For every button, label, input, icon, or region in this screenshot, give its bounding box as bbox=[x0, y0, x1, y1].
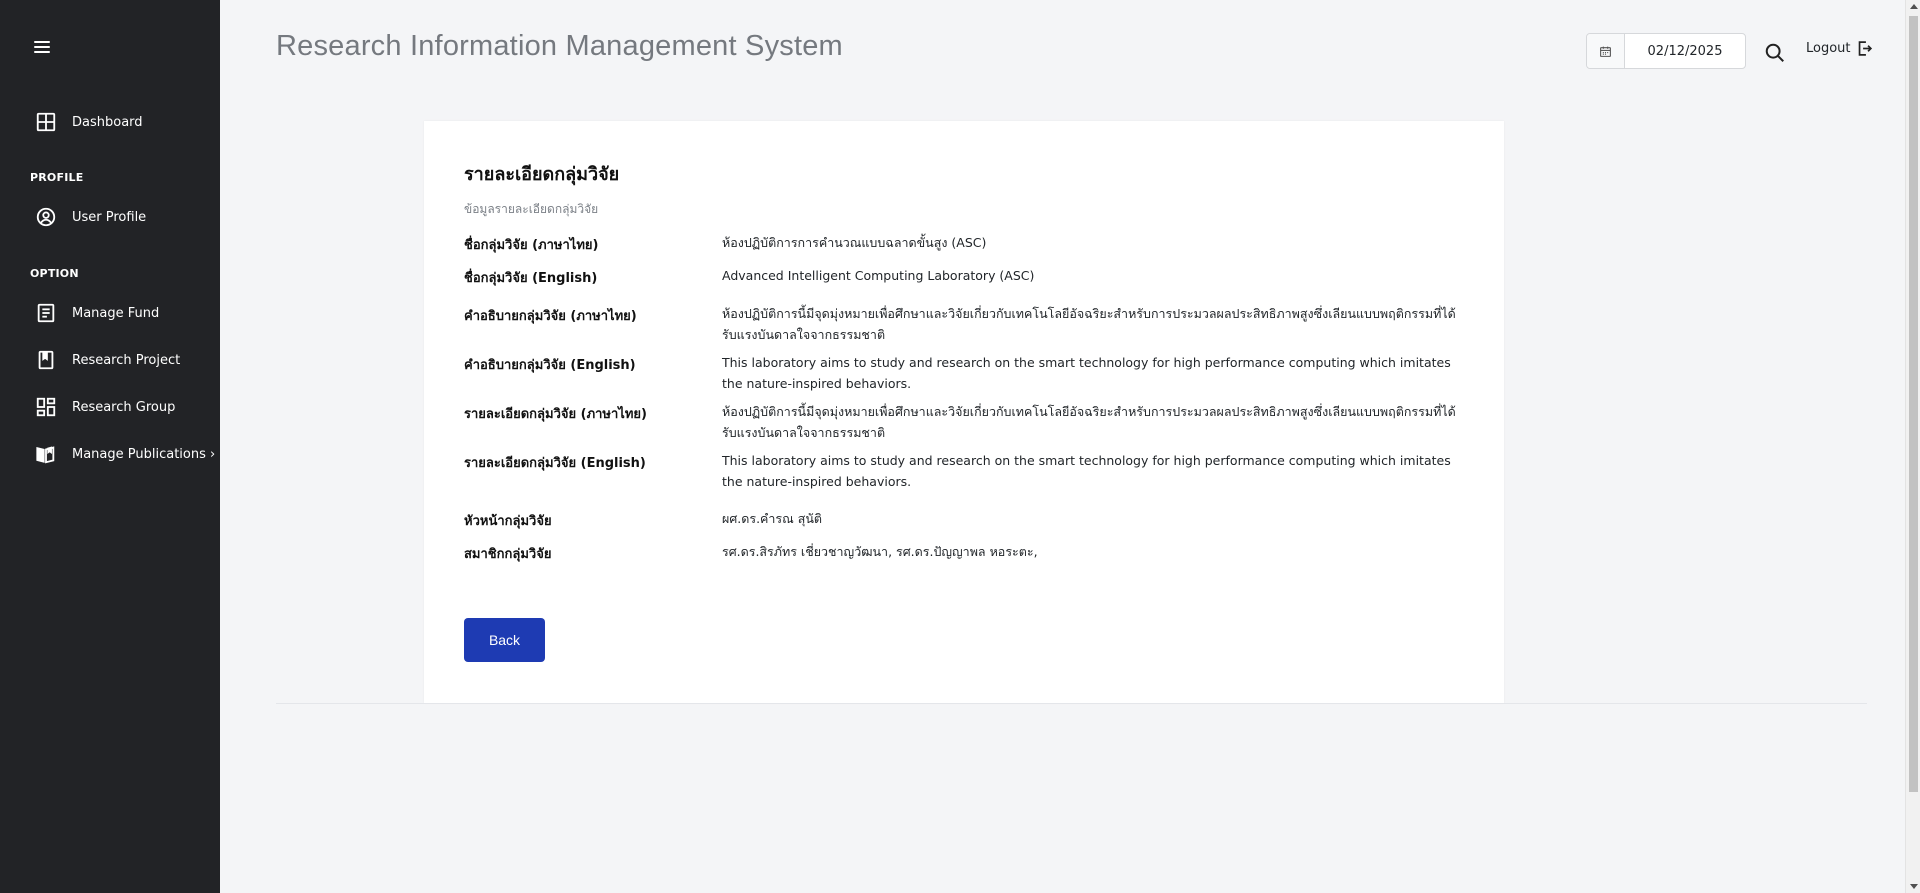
card-title: รายละเอียดกลุ่มวิจัย bbox=[464, 164, 620, 185]
field-label-description-en: คำอธิบายกลุ่มวิจัย (English) bbox=[464, 358, 636, 373]
sidebar-item-user-profile[interactable]: User Profile bbox=[34, 204, 146, 230]
sidebar-item-manage-publications[interactable]: Manage Publications › bbox=[34, 441, 215, 467]
sidebar-item-label: Manage Publications › bbox=[72, 446, 216, 462]
hamburger-icon[interactable] bbox=[34, 40, 52, 54]
document-list-icon bbox=[34, 301, 58, 325]
page-title: Research Information Management System bbox=[276, 30, 843, 62]
search-icon[interactable] bbox=[1764, 42, 1788, 66]
logout-button[interactable]: Logout bbox=[1806, 40, 1873, 57]
field-label-members: สมาชิกกลุ่มวิจัย bbox=[464, 547, 552, 562]
field-label-description-th: คำอธิบายกลุ่มวิจัย (ภาษาไทย) bbox=[464, 309, 637, 324]
logout-icon bbox=[1858, 41, 1872, 56]
scroll-down-arrow-icon[interactable] bbox=[1910, 884, 1918, 889]
page-scrollbar[interactable] bbox=[1905, 0, 1920, 893]
logout-label: Logout bbox=[1806, 41, 1851, 56]
field-value-name-th: ห้องปฏิบัติการการคำนวณแบบฉลาดขั้นสูง (AS… bbox=[722, 235, 987, 250]
sidebar-item-research-project[interactable]: Research Project bbox=[34, 347, 180, 373]
group-grid-icon bbox=[34, 395, 58, 419]
field-label-detail-th: รายละเอียดกลุ่มวิจัย (ภาษาไทย) bbox=[464, 407, 647, 422]
date-value[interactable]: 02/12/2025 bbox=[1625, 44, 1745, 59]
open-book-icon bbox=[34, 442, 58, 466]
card-subtitle: ข้อมูลรายละเอียดกลุ่มวิจัย bbox=[464, 202, 599, 216]
field-value-description-en: This laboratory aims to study and resear… bbox=[722, 355, 1451, 391]
user-circle-icon bbox=[34, 205, 58, 229]
field-label-name-th: ชื่อกลุ่มวิจัย (ภาษาไทย) bbox=[464, 238, 599, 253]
sidebar-item-label: Dashboard bbox=[72, 114, 143, 130]
date-picker[interactable]: 02/12/2025 bbox=[1586, 33, 1746, 69]
sidebar-item-label: User Profile bbox=[72, 209, 147, 225]
field-value-head: ผศ.ดร.คำรณ สุนัติ bbox=[722, 511, 822, 526]
footer-divider bbox=[276, 703, 1867, 704]
grid-icon bbox=[34, 110, 58, 134]
scroll-thumb[interactable] bbox=[1909, 16, 1918, 792]
sidebar-item-manage-fund[interactable]: Manage Fund bbox=[34, 300, 159, 326]
sidebar-item-research-group[interactable]: Research Group bbox=[34, 394, 175, 420]
calendar-icon[interactable] bbox=[1587, 34, 1625, 68]
field-value-detail-th: ห้องปฏิบัติการนี้มีจุดมุ่งหมายเพื่อศึกษา… bbox=[722, 404, 1456, 440]
field-value-description-th: ห้องปฏิบัติการนี้มีจุดมุ่งหมายเพื่อศึกษา… bbox=[722, 306, 1456, 342]
field-value-detail-en: This laboratory aims to study and resear… bbox=[722, 453, 1451, 489]
sidebar-item-label: Manage Fund bbox=[72, 305, 160, 321]
bookmark-book-icon bbox=[34, 348, 58, 372]
sidebar-item-dashboard[interactable]: Dashboard bbox=[34, 109, 143, 135]
field-label-detail-en: รายละเอียดกลุ่มวิจัย (English) bbox=[464, 456, 646, 471]
field-value-members: รศ.ดร.สิรภัทร เชี่ยวชาญวัฒนา, รศ.ดร.ปัญญ… bbox=[722, 544, 1038, 559]
field-value-name-en: Advanced Intelligent Computing Laborator… bbox=[722, 268, 1035, 283]
scroll-up-arrow-icon[interactable] bbox=[1910, 4, 1918, 9]
field-label-name-en: ชื่อกลุ่มวิจัย (English) bbox=[464, 271, 598, 286]
field-label-head: หัวหน้ากลุ่มวิจัย bbox=[464, 514, 552, 529]
sidebar-section-profile: PROFILE bbox=[30, 171, 84, 184]
sidebar-item-label: Research Project bbox=[72, 352, 181, 368]
sidebar: Dashboard PROFILE User Profile OPTION Ma… bbox=[0, 0, 220, 893]
sidebar-section-option: OPTION bbox=[30, 267, 79, 280]
sidebar-item-label: Research Group bbox=[72, 399, 176, 415]
back-button[interactable]: Back bbox=[464, 618, 545, 662]
research-group-detail-card: รายละเอียดกลุ่มวิจัย ข้อมูลรายละเอียดกลุ… bbox=[424, 121, 1504, 703]
